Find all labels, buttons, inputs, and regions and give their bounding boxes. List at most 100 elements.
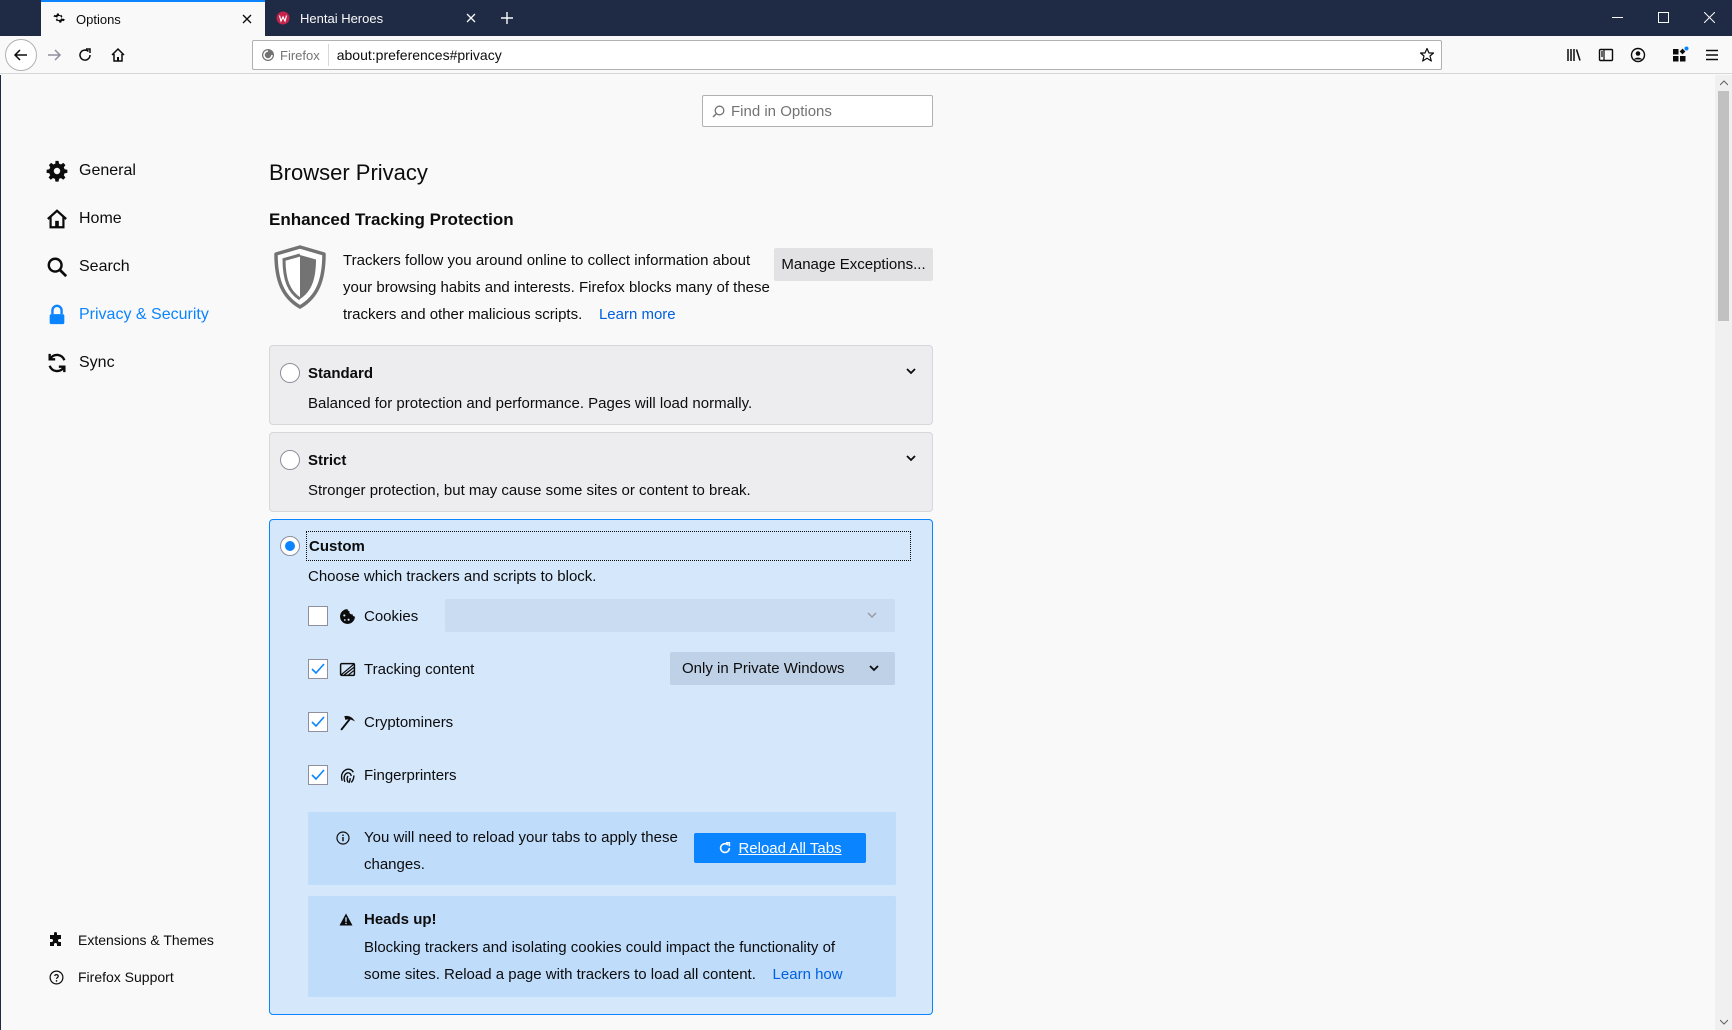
tab-options[interactable]: Options xyxy=(41,0,265,36)
scroll-down-icon[interactable] xyxy=(1715,1014,1732,1030)
cryptominers-row: Cryptominers xyxy=(308,707,453,737)
tab-hentai-heroes[interactable]: Hentai Heroes xyxy=(265,0,489,36)
fingerprinters-checkbox[interactable] xyxy=(308,765,328,785)
scrollbar[interactable] xyxy=(1715,75,1732,1030)
sidebar-item-privacy-security[interactable]: Privacy & Security xyxy=(45,299,209,331)
learn-how-link[interactable]: Learn how xyxy=(773,966,843,983)
strict-description: Stronger protection, but may cause some … xyxy=(308,482,751,499)
custom-label[interactable]: Custom xyxy=(306,531,911,561)
checkmark-icon xyxy=(311,663,325,675)
reload-button[interactable] xyxy=(69,39,101,71)
manage-exceptions-button[interactable]: Manage Exceptions... xyxy=(774,248,933,281)
lock-icon xyxy=(45,303,69,327)
sidebar-item-sync[interactable]: Sync xyxy=(45,347,115,379)
standard-description: Balanced for protection and performance.… xyxy=(308,395,753,412)
hamburger-icon xyxy=(1706,49,1718,61)
tracking-content-select[interactable]: Only in Private Windows xyxy=(670,652,895,685)
puzzle-icon xyxy=(48,932,64,948)
arrow-right-icon xyxy=(48,49,62,61)
firefox-support-link[interactable]: Firefox Support xyxy=(48,966,174,988)
cryptominers-label: Cryptominers xyxy=(364,713,454,731)
sidebar-item-label: Home xyxy=(79,210,122,227)
sidebar-toggle-button[interactable] xyxy=(1590,39,1622,71)
url-text[interactable]: about:preferences#privacy xyxy=(329,47,1413,63)
extensions-themes-link[interactable]: Extensions & Themes xyxy=(48,929,214,951)
reload-notice-text: You will need to reload your tabs to app… xyxy=(364,829,678,873)
cryptominers-checkbox[interactable] xyxy=(308,712,328,732)
forward-button[interactable] xyxy=(38,39,70,71)
warning-body: Blocking trackers and isolating cookies … xyxy=(364,934,864,988)
maximize-button[interactable] xyxy=(1640,0,1686,34)
tab-title: Hentai Heroes xyxy=(300,10,384,26)
search-icon xyxy=(712,105,725,117)
chevron-down-icon[interactable] xyxy=(904,451,918,465)
heads-up-warning: Heads up! Blocking trackers and isolatin… xyxy=(308,896,896,997)
scrollbar-thumb[interactable] xyxy=(1718,91,1729,321)
warning-icon xyxy=(339,913,353,930)
tab-title: Options xyxy=(76,11,121,27)
reload-notice: You will need to reload your tabs to app… xyxy=(308,812,896,885)
gear-icon xyxy=(51,11,67,27)
new-tab-button[interactable] xyxy=(489,0,525,36)
chevron-down-icon[interactable] xyxy=(904,364,918,378)
extension-grid-icon xyxy=(1673,46,1689,62)
sidebar-item-label: General xyxy=(79,162,136,179)
firefox-icon xyxy=(262,49,274,61)
standard-option[interactable]: Standard Balanced for protection and per… xyxy=(269,345,933,425)
footlink-label: Firefox Support xyxy=(78,969,174,985)
scroll-up-icon[interactable] xyxy=(1715,75,1732,91)
etp-heading: Enhanced Tracking Protection xyxy=(269,210,514,229)
bookmark-star-icon[interactable] xyxy=(1413,47,1441,63)
info-icon xyxy=(336,831,350,849)
home-button[interactable] xyxy=(102,39,134,71)
custom-option[interactable]: Custom Choose which trackers and scripts… xyxy=(269,519,933,1015)
warning-text: Blocking trackers and isolating cookies … xyxy=(364,939,836,983)
search-input[interactable] xyxy=(731,102,911,120)
account-button[interactable] xyxy=(1622,39,1654,71)
close-tab-icon[interactable] xyxy=(233,5,261,33)
cryptominer-icon xyxy=(338,714,356,731)
site-favicon-icon xyxy=(275,10,291,26)
identity-box[interactable]: Firefox xyxy=(253,44,329,66)
plus-icon xyxy=(501,12,513,24)
url-bar[interactable]: Firefox about:preferences#privacy xyxy=(252,40,1442,70)
sidebar-item-general[interactable]: General xyxy=(45,155,136,187)
find-in-options[interactable] xyxy=(702,95,933,127)
strict-option[interactable]: Strict Stronger protection, but may caus… xyxy=(269,432,933,512)
gear-icon xyxy=(45,159,69,183)
sidebar-item-label: Sync xyxy=(79,354,115,371)
strict-radio[interactable] xyxy=(280,450,300,470)
window-controls xyxy=(1594,0,1732,34)
cookies-checkbox[interactable] xyxy=(308,606,328,626)
chevron-down-icon xyxy=(869,665,879,672)
library-button[interactable] xyxy=(1558,39,1590,71)
close-window-button[interactable] xyxy=(1686,0,1732,34)
standard-radio[interactable] xyxy=(280,363,300,383)
custom-radio[interactable] xyxy=(280,536,300,556)
tracking-content-label: Tracking content xyxy=(364,660,475,678)
help-icon xyxy=(48,970,64,985)
close-tab-icon[interactable] xyxy=(457,4,485,32)
reload-all-tabs-button[interactable]: Reload All Tabs xyxy=(694,833,866,863)
cookies-row: Cookies xyxy=(308,601,418,631)
account-icon xyxy=(1630,47,1646,63)
learn-more-link[interactable]: Learn more xyxy=(599,306,676,323)
menu-button[interactable] xyxy=(1696,39,1728,71)
sidebar-item-home[interactable]: Home xyxy=(45,203,122,235)
window-edge xyxy=(0,75,1,1030)
shield-icon xyxy=(272,245,328,313)
sidebar-item-label: Privacy & Security xyxy=(79,306,209,323)
fingerprinters-row: Fingerprinters xyxy=(308,760,457,790)
sidebar-icon xyxy=(1598,48,1614,62)
tracking-content-checkbox[interactable] xyxy=(308,659,328,679)
back-button[interactable] xyxy=(5,39,37,71)
extensions-button[interactable] xyxy=(1664,39,1696,71)
home-icon xyxy=(45,207,69,231)
etp-description: Trackers follow you around online to col… xyxy=(343,247,773,328)
warning-title: Heads up! xyxy=(364,911,437,928)
sidebar-item-search[interactable]: Search xyxy=(45,251,130,283)
reload-icon xyxy=(79,48,91,61)
cookies-label: Cookies xyxy=(364,607,419,625)
minimize-button[interactable] xyxy=(1594,0,1640,34)
fingerprint-icon xyxy=(338,767,356,784)
